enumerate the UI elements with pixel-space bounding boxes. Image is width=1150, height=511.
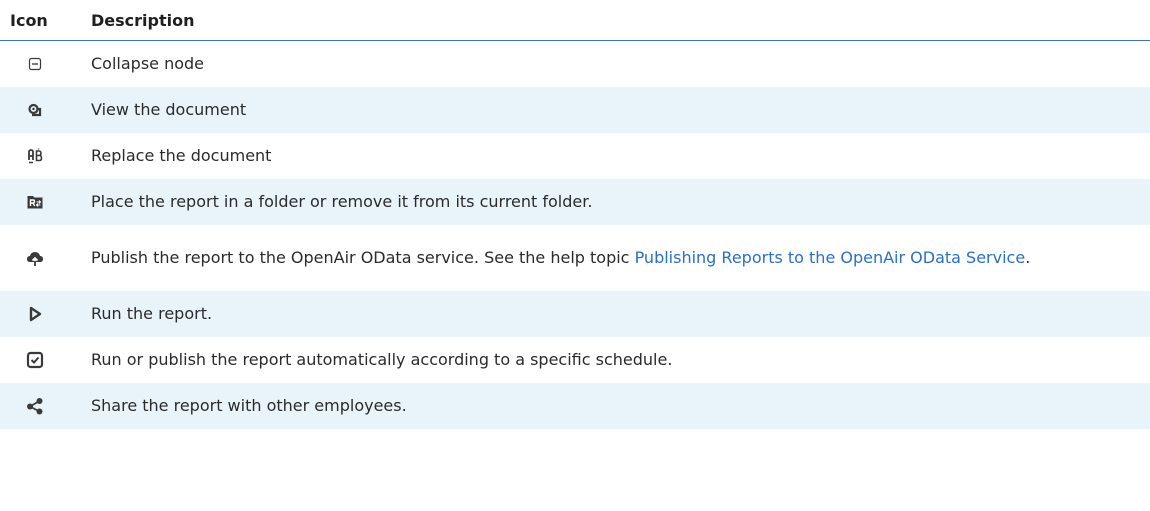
replace-document-icon xyxy=(26,147,44,165)
icon-description-table: Icon Description Collapse node View the … xyxy=(0,0,1150,429)
report-folder-icon xyxy=(26,193,44,211)
row-description: Run the report. xyxy=(81,290,1150,337)
table-row: View the document xyxy=(0,86,1150,133)
table-row: Collapse node xyxy=(0,41,1150,87)
table-header-row: Icon Description xyxy=(0,0,1150,41)
table-row: Run the report. xyxy=(0,290,1150,337)
table-row: Place the report in a folder or remove i… xyxy=(0,178,1150,225)
row-description: Collapse node xyxy=(91,53,205,73)
publish-odata-icon xyxy=(26,249,44,267)
row-description: Share the report with other employees. xyxy=(81,382,1150,429)
table-row: Share the report with other employees. xyxy=(0,382,1150,429)
icon-column-header: Icon xyxy=(0,0,81,41)
description-column-header: Description xyxy=(81,0,1150,41)
row-description: Publish the report to the OpenAir OData … xyxy=(81,225,1150,291)
collapse-node-icon xyxy=(26,55,44,73)
view-document-icon xyxy=(26,101,44,119)
publishing-reports-odata-link[interactable]: Publishing Reports to the OpenAir OData … xyxy=(635,248,1026,267)
row-description: View the document xyxy=(81,86,1150,133)
schedule-report-icon xyxy=(26,351,44,369)
share-report-icon xyxy=(26,397,44,415)
publish-description-text: Publish the report to the OpenAir OData … xyxy=(91,247,635,267)
table-row: Replace the document xyxy=(0,133,1150,179)
run-report-icon xyxy=(26,305,44,323)
table-row: Publish the report to the OpenAir OData … xyxy=(0,225,1150,291)
table-row: Run or publish the report automatically … xyxy=(0,337,1150,383)
row-description: Place the report in a folder or remove i… xyxy=(81,178,1150,225)
row-description: Replace the document xyxy=(91,145,272,165)
publish-description-period: . xyxy=(1025,247,1031,267)
row-description: Run or publish the report automatically … xyxy=(91,349,673,369)
